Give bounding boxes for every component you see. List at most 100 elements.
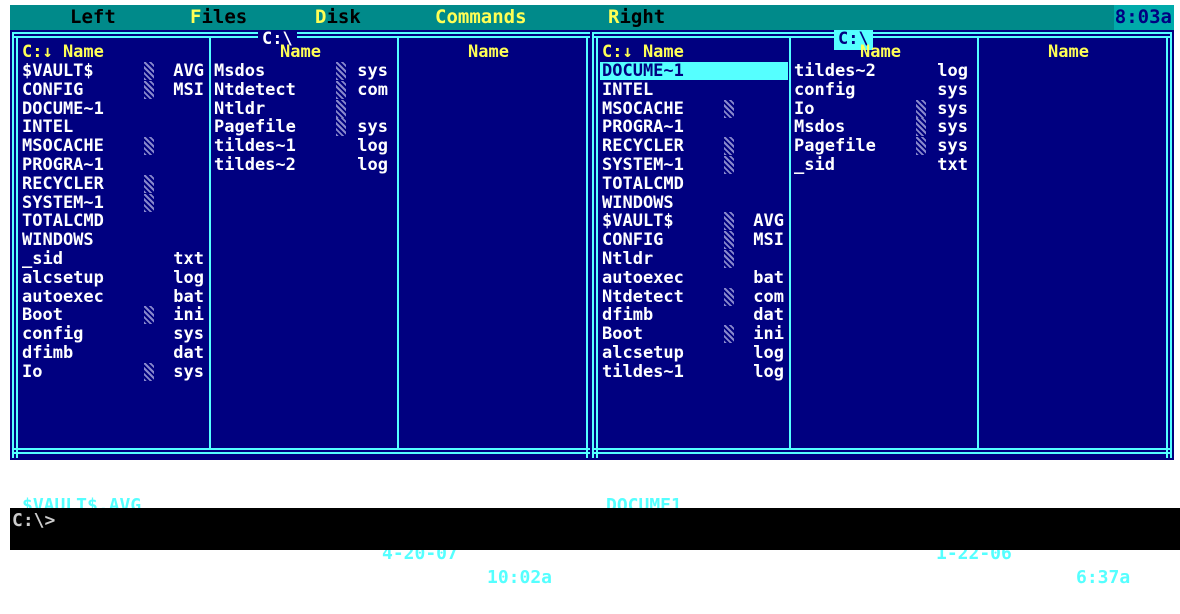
left-panel-file-row[interactable]: SYSTEM~1 bbox=[20, 193, 208, 212]
left-panel-file-row[interactable]: Pagefile sys bbox=[212, 118, 396, 137]
left-panel-file-row[interactable]: CONFIG MSI bbox=[20, 79, 208, 100]
right-panel[interactable]: C:\ C:↓ Name Name Name DOCUME~1 INTEL MSOCACHE… bbox=[590, 30, 1174, 460]
hidden-attr-marker bbox=[916, 118, 926, 137]
right-panel-file-row[interactable]: WINDOWS bbox=[600, 194, 788, 212]
right-panel-file-row[interactable]: INTEL bbox=[600, 81, 788, 99]
file-name: DOCUME~1 bbox=[22, 98, 104, 119]
left-panel-column-header[interactable]: Name bbox=[468, 42, 509, 62]
right-panel-file-row[interactable]: DOCUME~1 bbox=[600, 62, 788, 80]
file-name: tildes~2 bbox=[214, 155, 296, 175]
right-panel-file-row[interactable]: alcsetup log bbox=[600, 344, 788, 362]
left-panel-file-row[interactable]: alcsetup log bbox=[20, 269, 208, 287]
right-panel-file-row[interactable]: Ntldr bbox=[600, 250, 788, 268]
left-panel-file-row[interactable]: DOCUME~1 bbox=[20, 100, 208, 118]
right-panel-file-row[interactable]: TOTALCMD bbox=[600, 175, 788, 193]
menu-disk[interactable]: Disk bbox=[315, 5, 361, 30]
file-name: Ntdetect bbox=[214, 79, 296, 100]
menu-right-hotkey: R bbox=[608, 6, 620, 28]
file-name: _sid bbox=[22, 249, 63, 269]
right-panel-file-row[interactable]: $VAULT$ AVG bbox=[600, 212, 788, 231]
file-extension: ini bbox=[173, 305, 204, 326]
right-panel-file-row[interactable]: MSOCACHE bbox=[600, 99, 788, 118]
hidden-attr-marker bbox=[724, 250, 734, 268]
right-panel-column-header[interactable]: Name bbox=[860, 42, 901, 62]
right-panel-file-row[interactable]: config sys bbox=[792, 81, 976, 99]
file-extension: txt bbox=[173, 249, 204, 269]
file-extension: sys bbox=[357, 61, 388, 81]
file-name: Boot bbox=[602, 324, 643, 345]
left-panel-file-row[interactable]: tildes~2 log bbox=[212, 156, 396, 174]
panel-border-left-outer bbox=[592, 32, 594, 458]
file-extension: log bbox=[753, 361, 784, 382]
right-panel-file-row[interactable]: RECYCLER bbox=[600, 137, 788, 156]
panel-divider-bottom bbox=[12, 452, 592, 454]
left-panel-file-row[interactable]: autoexec bat bbox=[20, 288, 208, 306]
file-name: Io bbox=[794, 98, 815, 119]
left-panel-file-row[interactable]: config sys bbox=[20, 325, 208, 343]
left-panel-file-row[interactable]: Msdos sys bbox=[212, 62, 396, 80]
left-panel-file-row[interactable]: Ntldr bbox=[212, 99, 396, 118]
left-panel[interactable]: C:\ C:↓ Name Name Name $VAULT$ AVG CONFIG MSI DO… bbox=[10, 30, 594, 460]
command-line[interactable]: C:\> bbox=[10, 508, 1180, 550]
left-panel-column-header[interactable]: Name bbox=[280, 42, 321, 62]
hidden-attr-marker bbox=[336, 62, 346, 80]
menu-commands[interactable]: Commands bbox=[435, 5, 527, 30]
file-extension: sys bbox=[937, 79, 968, 100]
right-panel-file-row[interactable]: Io sys bbox=[792, 98, 976, 119]
file-extension: MSI bbox=[173, 79, 204, 100]
file-name: INTEL bbox=[602, 79, 654, 100]
hidden-attr-marker bbox=[144, 306, 154, 325]
right-panel-file-row[interactable]: dfimb dat bbox=[600, 306, 788, 324]
hidden-attr-marker bbox=[144, 80, 154, 99]
file-name: MSOCACHE bbox=[22, 136, 104, 157]
right-panel-file-row[interactable]: tildes~1 log bbox=[600, 363, 788, 381]
file-extension: bat bbox=[753, 267, 784, 288]
left-panel-file-row[interactable]: PROGRA~1 bbox=[20, 156, 208, 174]
left-panel-file-row[interactable]: WINDOWS bbox=[20, 231, 208, 249]
left-panel-column-header[interactable]: C:↓ Name bbox=[22, 42, 104, 62]
right-panel-file-row[interactable]: tildes~2 log bbox=[792, 62, 976, 80]
left-panel-file-row[interactable]: Ntdetect com bbox=[212, 79, 396, 100]
left-panel-file-row[interactable]: TOTALCMD bbox=[20, 212, 208, 230]
right-panel-file-row[interactable]: Boot ini bbox=[600, 324, 788, 345]
left-panel-file-row[interactable]: INTEL bbox=[20, 118, 208, 136]
file-extension: sys bbox=[173, 324, 204, 345]
left-panel-file-row[interactable]: RECYCLER bbox=[20, 174, 208, 193]
left-panel-file-row[interactable]: dfimb dat bbox=[20, 344, 208, 362]
hidden-attr-marker bbox=[724, 212, 734, 231]
left-panel-file-row[interactable]: _sid txt bbox=[20, 250, 208, 268]
right-panel-file-row[interactable]: CONFIG MSI bbox=[600, 231, 788, 250]
file-extension: log bbox=[357, 155, 388, 175]
menu-disk-hotkey: D bbox=[315, 6, 327, 28]
file-name: DOCUME~1 bbox=[602, 61, 684, 81]
menu-left[interactable]: Left bbox=[70, 5, 116, 30]
left-panel-file-row[interactable]: Boot ini bbox=[20, 305, 208, 326]
left-panel-file-row[interactable]: tildes~1 log bbox=[212, 137, 396, 155]
right-status-time: 6:37a bbox=[1076, 567, 1131, 588]
file-name: alcsetup bbox=[602, 343, 684, 363]
file-extension: sys bbox=[937, 117, 968, 138]
right-panel-file-row[interactable]: _sid txt bbox=[792, 156, 976, 174]
left-panel-file-row[interactable]: Io sys bbox=[20, 362, 208, 381]
menu-right[interactable]: Right bbox=[608, 5, 665, 30]
panel-border-right-inner bbox=[1166, 36, 1168, 458]
right-panel-file-row[interactable]: Msdos sys bbox=[792, 117, 976, 138]
right-panel-file-row[interactable]: Ntdetect com bbox=[600, 287, 788, 306]
panel-border-left-outer bbox=[12, 32, 14, 458]
right-panel-file-row[interactable]: autoexec bat bbox=[600, 269, 788, 287]
left-status-line: $VAULT$.AVG ►SUB-DIR◄ 4-20-07 10:02a bbox=[22, 470, 578, 588]
right-panel-column-header[interactable]: C:↓ Name bbox=[602, 42, 684, 62]
hidden-attr-marker bbox=[916, 99, 926, 118]
file-name: config bbox=[794, 79, 856, 100]
hidden-attr-marker bbox=[336, 80, 346, 99]
left-panel-file-row[interactable]: MSOCACHE bbox=[20, 136, 208, 157]
right-panel-file-row[interactable]: Pagefile sys bbox=[792, 137, 976, 156]
right-panel-column-header[interactable]: Name bbox=[1048, 42, 1089, 62]
panel-border-left-inner bbox=[16, 36, 18, 458]
right-panel-file-row[interactable]: PROGRA~1 bbox=[600, 118, 788, 136]
menu-files[interactable]: Files bbox=[190, 5, 247, 30]
panel-divider-top bbox=[12, 448, 592, 450]
right-panel-file-row[interactable]: SYSTEM~1 bbox=[600, 156, 788, 174]
menu-files-label: iles bbox=[201, 6, 248, 28]
left-panel-file-row[interactable]: $VAULT$ AVG bbox=[20, 62, 208, 80]
